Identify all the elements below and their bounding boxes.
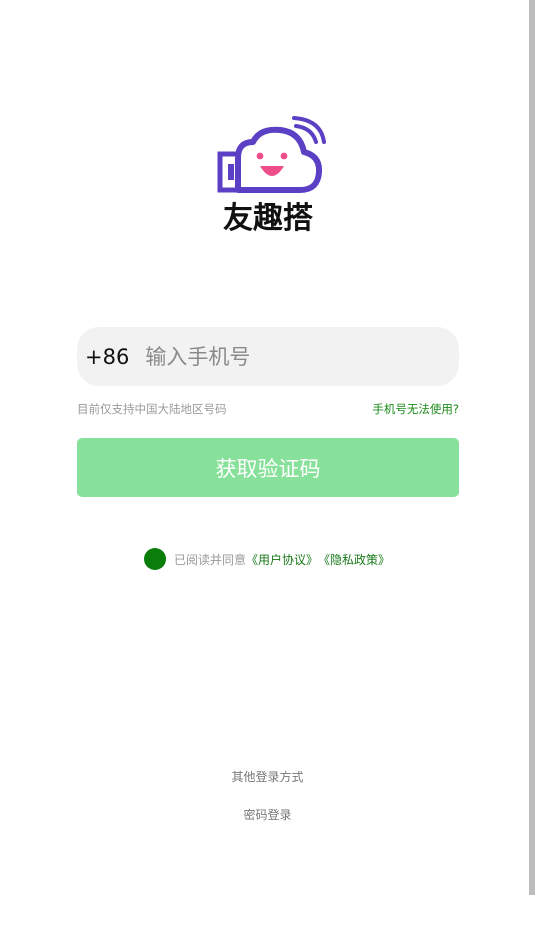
other-login-methods-label: 其他登录方式 bbox=[231, 770, 304, 784]
user-agreement-link[interactable]: 《用户协议》 bbox=[246, 551, 318, 568]
app-logo: 友趣搭 bbox=[208, 112, 328, 237]
agreement-row: 已阅读并同意 《用户协议》 《隐私政策》 bbox=[144, 548, 390, 570]
phone-input-row: +86 bbox=[77, 327, 459, 386]
phone-unavailable-link[interactable]: 手机号无法使用? bbox=[372, 401, 459, 417]
password-login-link[interactable]: 密码登录 bbox=[0, 806, 535, 823]
cloud-mascot-icon: 友趣搭 bbox=[217, 116, 326, 236]
privacy-policy-link[interactable]: 《隐私政策》 bbox=[318, 551, 390, 568]
country-code-selector[interactable]: +86 bbox=[85, 345, 129, 369]
get-code-button[interactable]: 获取验证码 bbox=[77, 438, 459, 497]
scrollbar[interactable] bbox=[529, 0, 535, 895]
region-hint: 目前仅支持中国大陆地区号码 bbox=[77, 402, 227, 416]
agreement-text: 已阅读并同意 bbox=[174, 552, 247, 567]
app-name: 友趣搭 bbox=[223, 201, 313, 236]
phone-number-input[interactable] bbox=[143, 343, 428, 370]
agreement-checkbox[interactable] bbox=[144, 548, 166, 570]
